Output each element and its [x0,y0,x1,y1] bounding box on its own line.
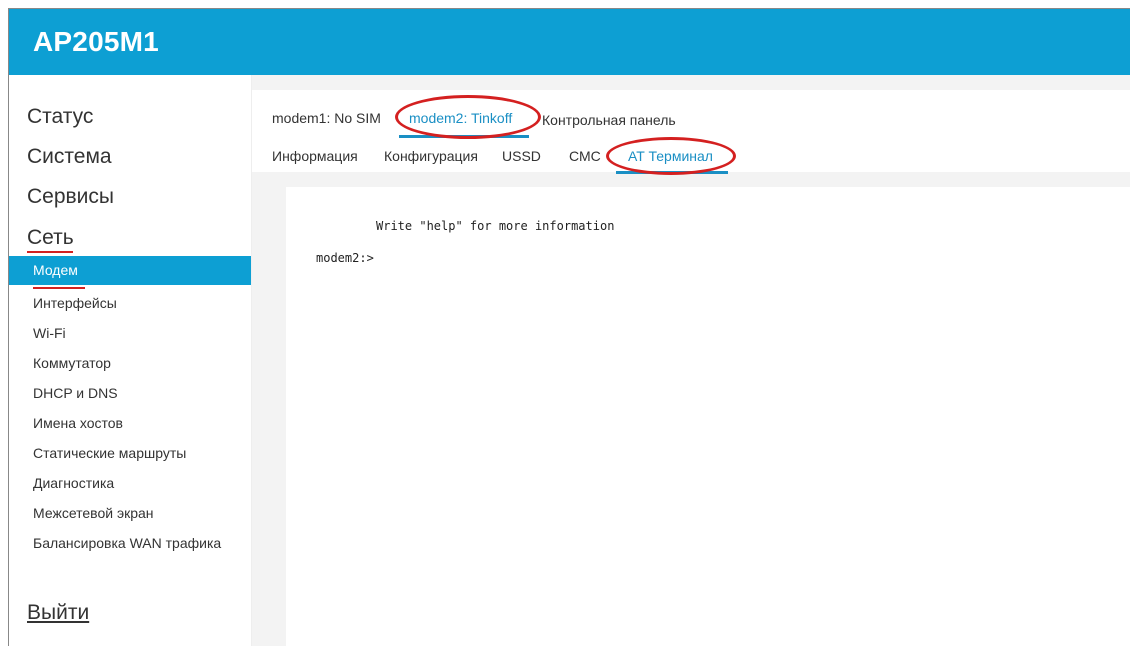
header-bar: AP205M1 [9,9,1130,75]
app-title: AP205M1 [33,26,159,57]
sidebar-item-interfaces[interactable]: Интерфейсы [9,289,251,318]
tab-control-panel[interactable]: Контрольная панель [542,112,676,128]
network-underline [27,251,73,253]
sidebar-item-status[interactable]: Статус [27,105,93,129]
tab-ussd[interactable]: USSD [502,148,541,164]
sidebar-item-switch[interactable]: Коммутатор [9,349,251,378]
sidebar-item-wifi[interactable]: Wi-Fi [9,319,251,348]
highlight-circle-modem2 [395,95,541,139]
sidebar-item-diagnostics[interactable]: Диагностика [9,469,251,498]
sidebar-item-services[interactable]: Сервисы [27,185,114,209]
tab-modem1[interactable]: modem1: No SIM [272,110,381,126]
tab-config[interactable]: Конфигурация [384,148,478,164]
terminal-prompt[interactable]: modem2:> [316,251,374,265]
tab-sms[interactable]: СМС [569,148,601,164]
sidebar-item-network[interactable]: Сеть [27,226,74,250]
logout-link[interactable]: Выйти [27,601,89,625]
app-window: AP205M1 Статус Система Сервисы Сеть Моде… [8,8,1130,646]
sidebar-item-dhcp-dns[interactable]: DHCP и DNS [9,379,251,408]
main-content: modem1: No SIM modem2: Tinkoff Контрольн… [252,75,1130,646]
sidebar-item-static-routes[interactable]: Статические маршруты [9,439,251,468]
sidebar-item-modem[interactable]: Модем [9,256,251,285]
tab-bar: modem1: No SIM modem2: Tinkoff Контрольн… [252,90,1130,175]
sidebar-item-system[interactable]: Система [27,145,112,169]
highlight-circle-at-terminal [606,137,736,175]
sidebar-item-hostnames[interactable]: Имена хостов [9,409,251,438]
sidebar: Статус Система Сервисы Сеть Модем Интерф… [9,75,252,646]
sidebar-item-firewall[interactable]: Межсетевой экран [9,499,251,528]
tab-info[interactable]: Информация [272,148,358,164]
at-terminal[interactable]: Write "help" for more information modem2… [286,187,1130,646]
terminal-help-line: Write "help" for more information [376,219,615,233]
sidebar-item-wan-balancing[interactable]: Балансировка WAN трафика [9,529,251,558]
